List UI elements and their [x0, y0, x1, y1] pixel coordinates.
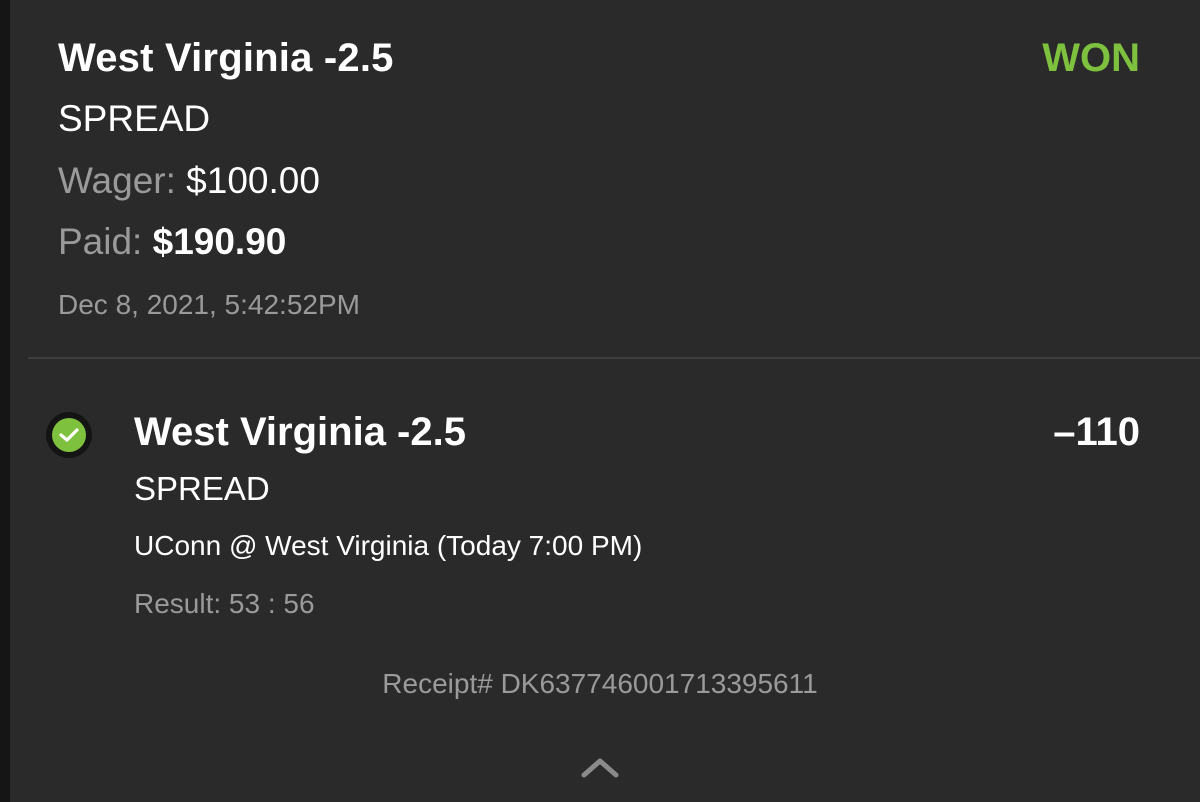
check-circle-icon	[46, 412, 92, 458]
leg-odds: –110	[1053, 410, 1140, 454]
paid-label: Paid:	[58, 221, 143, 262]
leg-title: West Virginia -2.5	[134, 410, 466, 454]
wager-row: Wager: $100.00	[58, 160, 320, 202]
paid-value: $190.90	[152, 221, 287, 262]
bet-title: West Virginia -2.5	[58, 36, 394, 80]
bet-card: West Virginia -2.5 WON SPREAD Wager: $10…	[0, 0, 1200, 802]
leg-matchup: UConn @ West Virginia (Today 7:00 PM)	[134, 530, 643, 561]
bet-timestamp: Dec 8, 2021, 5:42:52PM	[58, 289, 360, 320]
leg-type: SPREAD	[134, 470, 270, 507]
paid-row: Paid: $190.90	[58, 221, 286, 263]
receipt-number: Receipt# DK637746001713395611	[382, 668, 818, 699]
section-divider	[28, 357, 1200, 359]
bet-status-badge: WON	[1042, 36, 1140, 80]
bet-type: SPREAD	[58, 98, 211, 139]
leg-result: Result: 53 : 56	[134, 588, 315, 619]
chevron-up-icon[interactable]	[580, 755, 620, 779]
wager-label: Wager:	[58, 160, 176, 201]
wager-value: $100.00	[186, 160, 320, 201]
